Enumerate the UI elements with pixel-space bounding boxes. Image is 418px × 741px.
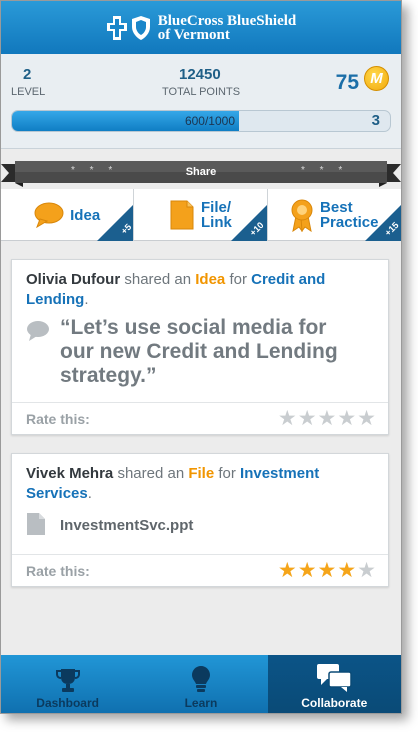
star-icon[interactable]: ★ [298, 408, 317, 429]
feed-verb: shared an [124, 271, 192, 288]
share-title: Share [185, 166, 217, 178]
star-icon[interactable]: ★ [337, 560, 356, 581]
app-header: BlueCross BlueShield of Vermont [1, 1, 401, 54]
brand-line-1: BlueCross BlueShield [157, 12, 297, 29]
star-icon[interactable]: ★ [318, 408, 337, 429]
nav-learn[interactable]: Learn [134, 655, 267, 713]
star-rating[interactable]: ★ ★ ★ ★ ★ [278, 560, 376, 581]
nav-collaborate[interactable]: Collaborate [267, 655, 401, 713]
nav-learn-label: Learn [184, 696, 218, 710]
share-options: Idea +5 File/ Link +10 Best Practice +15 [1, 189, 401, 241]
idea-quote: “Let’s use social media for our new Cred… [60, 316, 338, 387]
feed-prep: for [229, 271, 247, 288]
next-level: 3 [371, 112, 380, 129]
share-file-label-line2: Link [201, 214, 232, 231]
feed-card: Olivia Dufour shared an Idea for Credit … [11, 259, 389, 435]
speech-bubble-icon [27, 321, 49, 341]
nav-dashboard-label: Dashboard [36, 696, 99, 710]
points-value: 12450 [179, 66, 221, 83]
star-icon[interactable]: ★ [337, 408, 356, 429]
document-icon [170, 200, 194, 230]
rating-row: Rate this: ★ ★ ★ ★ ★ [12, 554, 388, 586]
feed-end: . [87, 485, 92, 502]
star-icon[interactable]: ★ [278, 560, 297, 581]
feed-user-name[interactable]: Olivia Dufour [26, 271, 120, 288]
stats-panel: 2 LEVEL 12450 TOTAL POINTS 75 M 600/1000… [1, 54, 401, 149]
feed-prep: for [218, 465, 236, 482]
level-value: 2 [23, 66, 32, 83]
brand-logo [106, 15, 152, 41]
brand: BlueCross BlueShield of Vermont [106, 12, 297, 43]
level-progress-bar: 600/1000 3 [11, 110, 391, 132]
share-idea-label: Idea [70, 206, 101, 224]
feed-card: Vivek Mehra shared an File for Investmen… [11, 453, 389, 587]
feed-user-name[interactable]: Vivek Mehra [26, 465, 113, 482]
bottom-nav: Dashboard Learn Collaborate [1, 655, 401, 713]
app-frame: BlueCross BlueShield of Vermont 2 LEVEL … [0, 0, 402, 714]
share-idea-button[interactable]: Idea +5 [1, 189, 135, 241]
brand-line-2: of Vermont [157, 26, 230, 43]
coin-icon: M [364, 66, 389, 91]
progress-text: 600/1000 [184, 114, 235, 128]
star-icon[interactable]: ★ [278, 408, 297, 429]
score-value: 75 [335, 71, 359, 94]
speech-bubble-icon [34, 202, 64, 228]
feed-item-type: Idea [195, 271, 226, 288]
rate-label: Rate this: [26, 411, 90, 427]
blue-shield-icon [131, 15, 150, 40]
file-icon [27, 513, 45, 535]
star-rating[interactable]: ★ ★ ★ ★ ★ [278, 408, 376, 429]
star-icon[interactable]: ★ [298, 560, 317, 581]
trophy-icon [55, 669, 80, 692]
brand-name: BlueCross BlueShield of Vermont [157, 12, 297, 43]
blue-cross-icon [106, 15, 127, 40]
nav-dashboard[interactable]: Dashboard [1, 655, 134, 713]
award-ribbon-icon [291, 199, 313, 232]
star-icon[interactable]: ★ [357, 408, 376, 429]
rating-row: Rate this: ★ ★ ★ ★ ★ [12, 402, 388, 434]
file-name-link[interactable]: InvestmentSvc.ppt [60, 517, 193, 534]
star-icon[interactable]: ★ [357, 560, 376, 581]
share-file-button[interactable]: File/ Link +10 [134, 189, 268, 241]
star-icon[interactable]: ★ [318, 560, 337, 581]
rate-label: Rate this: [26, 563, 90, 579]
share-best-practice-button[interactable]: Best Practice +15 [268, 189, 401, 241]
feed-card-headline: Olivia Dufour shared an Idea for Credit … [26, 270, 376, 310]
feed-item-type: File [188, 465, 215, 482]
nav-collaborate-label: Collaborate [301, 696, 368, 710]
level-label: LEVEL [11, 86, 46, 98]
points-label: TOTAL POINTS [162, 86, 241, 98]
feed-card-headline: Vivek Mehra shared an File for Investmen… [26, 464, 376, 504]
lightbulb-icon [191, 666, 210, 692]
share-ribbon: * * * * * * Share [1, 161, 401, 187]
feed-verb: shared an [117, 465, 185, 482]
chat-bubbles-icon [317, 664, 352, 692]
share-file-label: File/ Link [201, 200, 232, 230]
feed-end: . [84, 291, 89, 308]
